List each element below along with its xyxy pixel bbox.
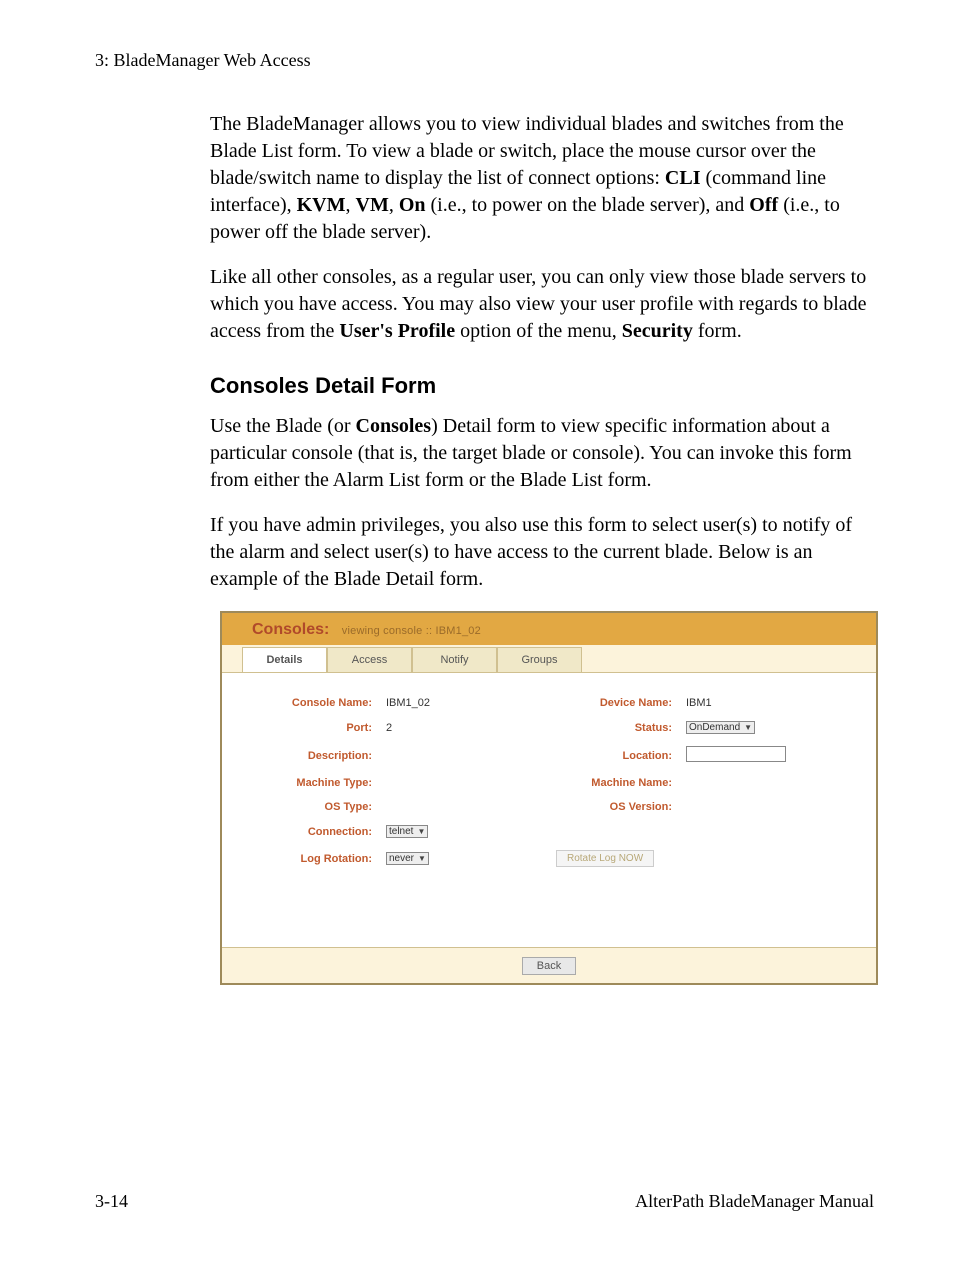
bold-cli: CLI <box>665 167 701 189</box>
label-log-rotation: Log Rotation: <box>246 853 386 865</box>
label-connection: Connection: <box>246 826 386 838</box>
tab-details[interactable]: Details <box>242 647 327 672</box>
panel-footer: Back <box>222 947 876 983</box>
label-os-type: OS Type: <box>246 801 386 813</box>
text: (i.e., to power on the blade server), an… <box>426 194 750 216</box>
location-input[interactable] <box>686 746 786 762</box>
text: option of the menu, <box>455 320 622 342</box>
bold-vm: VM <box>356 194 389 216</box>
label-os-version: OS Version: <box>546 801 686 813</box>
page-footer: 3-14 AlterPath BladeManager Manual <box>95 1191 874 1212</box>
label-device-name: Device Name: <box>546 697 686 709</box>
connection-select-value: telnet <box>389 826 413 837</box>
tab-access[interactable]: Access <box>327 647 412 672</box>
text: form. <box>693 320 742 342</box>
value-status: OnDemand ▼ <box>686 721 826 734</box>
paragraph-3: Use the Blade (or Consoles) Detail form … <box>210 413 874 494</box>
bold-off: Off <box>749 194 778 216</box>
label-machine-type: Machine Type: <box>246 777 386 789</box>
consoles-detail-screenshot: Consoles: viewing console :: IBM1_02 Det… <box>220 611 878 985</box>
chapter-header: 3: BladeManager Web Access <box>95 50 874 71</box>
section-heading: Consoles Detail Form <box>210 373 874 399</box>
bold-on: On <box>399 194 426 216</box>
bold-users-profile: User's Profile <box>339 320 455 342</box>
paragraph-2: Like all other consoles, as a regular us… <box>210 264 874 345</box>
back-button[interactable]: Back <box>522 957 576 975</box>
bold-security: Security <box>622 320 693 342</box>
chevron-down-icon: ▼ <box>417 827 425 836</box>
log-rotation-select-value: never <box>389 853 414 864</box>
value-device-name: IBM1 <box>686 697 826 709</box>
rotate-log-button[interactable]: Rotate Log NOW <box>556 850 654 867</box>
status-select[interactable]: OnDemand ▼ <box>686 721 755 734</box>
paragraph-4: If you have admin privileges, you also u… <box>210 512 874 593</box>
text: , <box>346 194 356 216</box>
bold-kvm: KVM <box>297 194 346 216</box>
paragraph-1: The BladeManager allows you to view indi… <box>210 111 874 246</box>
log-rotation-select[interactable]: never ▼ <box>386 852 429 865</box>
status-select-value: OnDemand <box>689 722 740 733</box>
connection-select[interactable]: telnet ▼ <box>386 825 428 838</box>
value-console-name: IBM1_02 <box>386 697 546 709</box>
label-console-name: Console Name: <box>246 697 386 709</box>
value-location <box>686 746 826 765</box>
manual-title: AlterPath BladeManager Manual <box>635 1191 874 1212</box>
label-machine-name: Machine Name: <box>546 777 686 789</box>
value-port: 2 <box>386 722 546 734</box>
page-number: 3-14 <box>95 1191 128 1212</box>
tab-groups[interactable]: Groups <box>497 647 582 672</box>
text: Use the Blade (or <box>210 415 356 437</box>
text: , <box>389 194 399 216</box>
label-status: Status: <box>546 722 686 734</box>
tab-notify[interactable]: Notify <box>412 647 497 672</box>
panel-title: Consoles: <box>252 621 329 639</box>
value-log-rotation: never ▼ <box>386 852 546 865</box>
value-connection: telnet ▼ <box>386 825 546 838</box>
bold-consoles: Consoles <box>356 415 432 437</box>
label-location: Location: <box>546 750 686 762</box>
panel-subtitle: viewing console :: IBM1_02 <box>342 625 481 637</box>
form-area: Console Name: IBM1_02 Device Name: IBM1 … <box>222 672 876 947</box>
panel-header: Consoles: viewing console :: IBM1_02 <box>222 613 876 645</box>
chevron-down-icon: ▼ <box>744 723 752 732</box>
tab-bar: Details Access Notify Groups <box>222 645 876 672</box>
chevron-down-icon: ▼ <box>418 854 426 863</box>
label-description: Description: <box>246 750 386 762</box>
label-port: Port: <box>246 722 386 734</box>
